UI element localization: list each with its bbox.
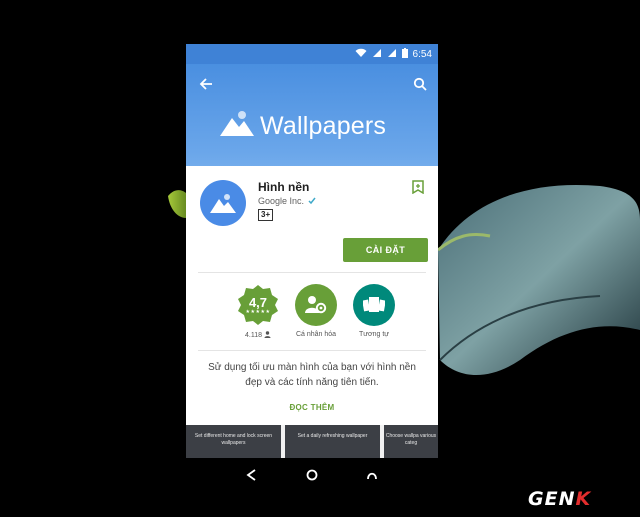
- screenshot-thumbnail[interactable]: Choose wallpa various categ: [384, 425, 438, 458]
- signal-icon: [372, 48, 382, 61]
- developer-link[interactable]: Google Inc.: [258, 196, 304, 206]
- divider: [198, 350, 426, 351]
- search-icon[interactable]: [408, 72, 432, 96]
- rating-stat[interactable]: 4,7 ★★★★★ 4.118: [232, 284, 284, 340]
- install-button[interactable]: CÀI ĐẶT: [343, 238, 428, 262]
- similar-apps-stat[interactable]: Tương tự: [348, 284, 400, 340]
- app-icon: [200, 180, 246, 226]
- app-description: Sử dụng tối ưu màn hình của bạn với hình…: [208, 362, 416, 388]
- watermark-accent: K: [575, 488, 592, 510]
- status-time: 6:54: [412, 48, 432, 60]
- content-rating-badge: 3+: [258, 209, 274, 221]
- similar-apps-label: Tương tự: [359, 331, 389, 338]
- phone-screen: 6:54 Wallpapers Hình nền Google Inc. 3+ …: [186, 44, 438, 458]
- verified-icon: [308, 197, 316, 205]
- nav-recents-icon[interactable]: [362, 465, 382, 485]
- watermark-text: GEN: [528, 488, 576, 510]
- personalize-stat[interactable]: Cá nhân hóa: [290, 284, 342, 340]
- developer-row: Google Inc.: [258, 196, 316, 206]
- screenshot-thumbnail[interactable]: Set a daily refreshing wallpaper: [285, 425, 380, 458]
- divider: [198, 272, 426, 273]
- rating-stars: ★★★★★: [245, 308, 271, 315]
- hero-title-text: Wallpapers: [260, 112, 387, 140]
- app-details-card: Hình nền Google Inc. 3+ CÀI ĐẶT 4,7 ★★★★…: [186, 166, 438, 428]
- personalize-label: Cá nhân hóa: [295, 331, 337, 338]
- status-bar: 6:54: [186, 44, 438, 64]
- nav-home-icon[interactable]: [302, 465, 322, 485]
- screenshot-thumbnail[interactable]: Set different home and lock screen wallp…: [186, 425, 281, 458]
- wifi-icon: [355, 48, 367, 61]
- rating-circle: 4,7 ★★★★★: [237, 284, 279, 326]
- app-name: Hình nền: [258, 180, 310, 194]
- screenshots-strip: Set different home and lock screen wallp…: [186, 425, 438, 458]
- hero-title: Wallpapers: [220, 110, 386, 143]
- back-arrow-icon[interactable]: [194, 72, 218, 96]
- rating-count-label: 4.118: [245, 331, 271, 340]
- genk-watermark-logo: GEN K: [528, 488, 591, 510]
- nav-back-icon[interactable]: [242, 465, 262, 485]
- rating-value: 4,7: [248, 294, 268, 310]
- personalize-icon: [295, 284, 337, 326]
- wallpapers-logo-icon: [220, 110, 254, 143]
- navigation-bar: [186, 458, 438, 492]
- similar-apps-icon: [353, 284, 395, 326]
- signal-icon: [387, 48, 397, 61]
- stats-row: 4,7 ★★★★★ 4.118 Cá nhân hóa Tương tự: [232, 284, 400, 340]
- read-more-link[interactable]: ĐỌC THÊM: [186, 403, 438, 412]
- user-icon: [264, 331, 271, 340]
- rating-count: 4.118: [245, 332, 262, 339]
- battery-icon: [401, 47, 408, 61]
- wishlist-icon[interactable]: [412, 180, 426, 196]
